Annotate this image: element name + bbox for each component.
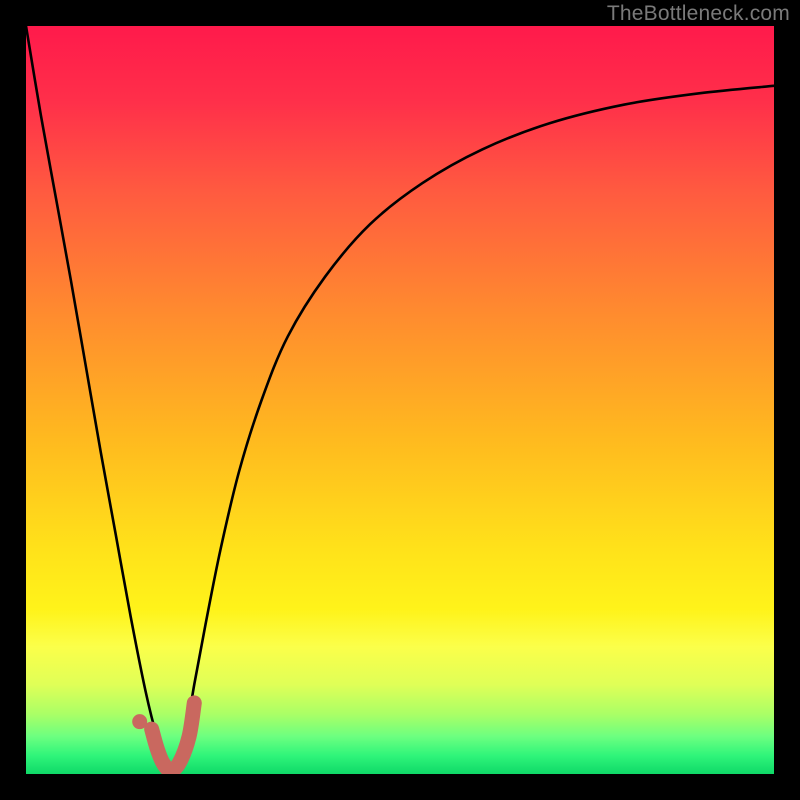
chart-overlay (26, 26, 774, 774)
curve-right (174, 86, 774, 774)
curve-left (26, 26, 174, 774)
marker-dot (132, 714, 147, 729)
outer-frame: TheBottleneck.com (0, 0, 800, 800)
marker-hook (152, 703, 195, 770)
watermark-text: TheBottleneck.com (607, 2, 790, 26)
plot-area (26, 26, 774, 774)
